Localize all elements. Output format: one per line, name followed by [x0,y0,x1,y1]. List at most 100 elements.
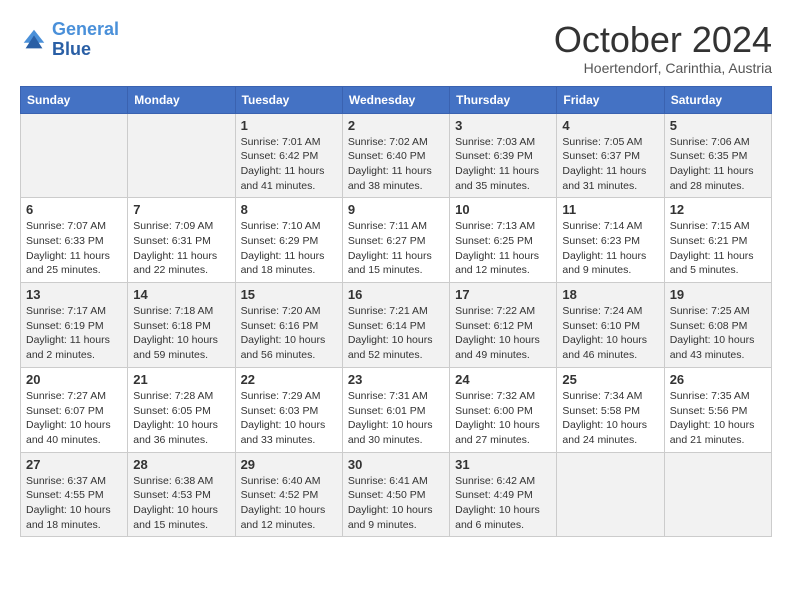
header-cell-wednesday: Wednesday [342,86,449,113]
header-cell-monday: Monday [128,86,235,113]
day-info: Sunrise: 7:21 AM Sunset: 6:14 PM Dayligh… [348,304,444,363]
day-info: Sunrise: 7:32 AM Sunset: 6:00 PM Dayligh… [455,389,551,448]
calendar-cell: 9Sunrise: 7:11 AM Sunset: 6:27 PM Daylig… [342,198,449,283]
day-info: Sunrise: 6:37 AM Sunset: 4:55 PM Dayligh… [26,474,122,533]
day-number: 12 [670,202,766,217]
calendar-cell: 13Sunrise: 7:17 AM Sunset: 6:19 PM Dayli… [21,283,128,368]
calendar-table: SundayMondayTuesdayWednesdayThursdayFrid… [20,86,772,538]
logo-text: General Blue [52,20,119,60]
day-number: 10 [455,202,551,217]
calendar-cell: 10 Sunrise: 7:13 AM Sunset: 6:25 PM Dayli… [450,198,557,283]
day-number: 7 [133,202,229,217]
day-info: Sunrise: 7:03 AM Sunset: 6:39 PM Dayligh… [455,135,551,194]
day-number: 6 [26,202,122,217]
day-number: 29 [241,457,337,472]
day-info: Sunrise: 7:06 AM Sunset: 6:35 PM Dayligh… [670,135,766,194]
calendar-cell: 22Sunrise: 7:29 AM Sunset: 6:03 PM Dayli… [235,367,342,452]
day-info: Sunrise: 7:07 AM Sunset: 6:33 PM Dayligh… [26,219,122,278]
day-info: Sunrise: 7:27 AM Sunset: 6:07 PM Dayligh… [26,389,122,448]
day-info: Sunrise: 7:11 AM Sunset: 6:27 PM Dayligh… [348,219,444,278]
page-header: General Blue October 2024 Hoertendorf, C… [20,20,772,76]
calendar-cell: 17Sunrise: 7:22 AM Sunset: 6:12 PM Dayli… [450,283,557,368]
day-info: Sunrise: 7:31 AM Sunset: 6:01 PM Dayligh… [348,389,444,448]
calendar-cell: 16 Sunrise: 7:21 AM Sunset: 6:14 PM Dayli… [342,283,449,368]
location: Hoertendorf, Carinthia, Austria [554,60,772,76]
day-info: Sunrise: 7:05 AM Sunset: 6:37 PM Dayligh… [562,135,658,194]
day-number: 16 [348,287,444,302]
day-info: Sunrise: 7:18 AM Sunset: 6:18 PM Dayligh… [133,304,229,363]
calendar-cell: 26 Sunrise: 7:35 AM Sunset: 5:56 PM Dayli… [664,367,771,452]
day-number: 21 [133,372,229,387]
calendar-cell: 2 Sunrise: 7:02 AM Sunset: 6:40 PM Daylig… [342,113,449,198]
month-title: October 2024 [554,20,772,60]
calendar-cell: 3 Sunrise: 7:03 AM Sunset: 6:39 PM Daylig… [450,113,557,198]
day-info: Sunrise: 7:14 AM Sunset: 6:23 PM Dayligh… [562,219,658,278]
week-row-3: 13Sunrise: 7:17 AM Sunset: 6:19 PM Dayli… [21,283,772,368]
calendar-cell: 21 Sunrise: 7:28 AM Sunset: 6:05 PM Dayli… [128,367,235,452]
day-number: 31 [455,457,551,472]
day-number: 2 [348,118,444,133]
calendar-cell [557,452,664,537]
header-cell-tuesday: Tuesday [235,86,342,113]
day-info: Sunrise: 7:02 AM Sunset: 6:40 PM Dayligh… [348,135,444,194]
day-info: Sunrise: 7:22 AM Sunset: 6:12 PM Dayligh… [455,304,551,363]
calendar-cell: 5 Sunrise: 7:06 AM Sunset: 6:35 PM Daylig… [664,113,771,198]
calendar-cell [21,113,128,198]
calendar-cell: 24Sunrise: 7:32 AM Sunset: 6:00 PM Dayli… [450,367,557,452]
day-info: Sunrise: 7:15 AM Sunset: 6:21 PM Dayligh… [670,219,766,278]
day-info: Sunrise: 7:13 AM Sunset: 6:25 PM Dayligh… [455,219,551,278]
calendar-cell: 12 Sunrise: 7:15 AM Sunset: 6:21 PM Dayli… [664,198,771,283]
calendar-cell: 7 Sunrise: 7:09 AM Sunset: 6:31 PM Daylig… [128,198,235,283]
calendar-cell: 11 Sunrise: 7:14 AM Sunset: 6:23 PM Dayli… [557,198,664,283]
week-row-1: 1 Sunrise: 7:01 AM Sunset: 6:42 PM Daylig… [21,113,772,198]
day-number: 22 [241,372,337,387]
calendar-cell: 25Sunrise: 7:34 AM Sunset: 5:58 PM Dayli… [557,367,664,452]
calendar-cell: 8 Sunrise: 7:10 AM Sunset: 6:29 PM Daylig… [235,198,342,283]
day-number: 15 [241,287,337,302]
day-number: 20 [26,372,122,387]
day-info: Sunrise: 7:34 AM Sunset: 5:58 PM Dayligh… [562,389,658,448]
day-number: 26 [670,372,766,387]
day-info: Sunrise: 7:09 AM Sunset: 6:31 PM Dayligh… [133,219,229,278]
calendar-cell: 23 Sunrise: 7:31 AM Sunset: 6:01 PM Dayli… [342,367,449,452]
calendar-cell: 6 Sunrise: 7:07 AM Sunset: 6:33 PM Daylig… [21,198,128,283]
day-number: 8 [241,202,337,217]
calendar-cell [128,113,235,198]
day-info: Sunrise: 6:42 AM Sunset: 4:49 PM Dayligh… [455,474,551,533]
week-row-5: 27 Sunrise: 6:37 AM Sunset: 4:55 PM Dayli… [21,452,772,537]
logo: General Blue [20,20,119,60]
day-info: Sunrise: 6:38 AM Sunset: 4:53 PM Dayligh… [133,474,229,533]
day-number: 3 [455,118,551,133]
title-block: October 2024 Hoertendorf, Carinthia, Aus… [554,20,772,76]
calendar-cell [664,452,771,537]
header-cell-sunday: Sunday [21,86,128,113]
logo-icon [20,26,48,54]
day-number: 4 [562,118,658,133]
day-info: Sunrise: 6:40 AM Sunset: 4:52 PM Dayligh… [241,474,337,533]
calendar-cell: 4 Sunrise: 7:05 AM Sunset: 6:37 PM Daylig… [557,113,664,198]
day-info: Sunrise: 7:28 AM Sunset: 6:05 PM Dayligh… [133,389,229,448]
day-number: 14 [133,287,229,302]
day-number: 5 [670,118,766,133]
week-row-2: 6 Sunrise: 7:07 AM Sunset: 6:33 PM Daylig… [21,198,772,283]
calendar-cell: 15 Sunrise: 7:20 AM Sunset: 6:16 PM Dayli… [235,283,342,368]
day-number: 11 [562,202,658,217]
day-number: 1 [241,118,337,133]
day-info: Sunrise: 7:10 AM Sunset: 6:29 PM Dayligh… [241,219,337,278]
calendar-cell: 18 Sunrise: 7:24 AM Sunset: 6:10 PM Dayli… [557,283,664,368]
day-info: Sunrise: 7:35 AM Sunset: 5:56 PM Dayligh… [670,389,766,448]
calendar-cell: 14 Sunrise: 7:18 AM Sunset: 6:18 PM Dayli… [128,283,235,368]
calendar-cell: 31 Sunrise: 6:42 AM Sunset: 4:49 PM Dayli… [450,452,557,537]
day-info: Sunrise: 7:01 AM Sunset: 6:42 PM Dayligh… [241,135,337,194]
day-number: 30 [348,457,444,472]
day-info: Sunrise: 7:24 AM Sunset: 6:10 PM Dayligh… [562,304,658,363]
calendar-cell: 29 Sunrise: 6:40 AM Sunset: 4:52 PM Dayli… [235,452,342,537]
header-cell-friday: Friday [557,86,664,113]
day-number: 28 [133,457,229,472]
header-row: SundayMondayTuesdayWednesdayThursdayFrid… [21,86,772,113]
day-info: Sunrise: 7:20 AM Sunset: 6:16 PM Dayligh… [241,304,337,363]
day-number: 27 [26,457,122,472]
day-number: 18 [562,287,658,302]
day-info: Sunrise: 7:25 AM Sunset: 6:08 PM Dayligh… [670,304,766,363]
day-number: 23 [348,372,444,387]
